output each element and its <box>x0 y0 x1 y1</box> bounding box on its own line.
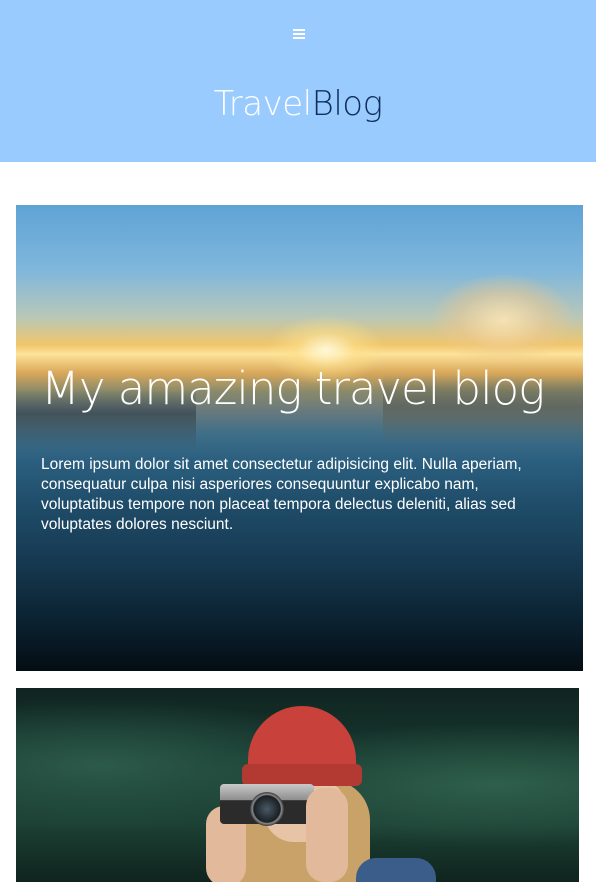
logo-blog: Blog <box>311 84 383 124</box>
hero-clouds <box>433 275 573 365</box>
photo-beanie-fold <box>242 764 362 786</box>
hero-description: Lorem ipsum dolor sit amet consectetur a… <box>41 456 522 533</box>
camera-lens <box>250 792 284 826</box>
hamburger-menu-icon[interactable] <box>293 28 307 40</box>
photo-shirt <box>356 858 436 882</box>
menu-line <box>293 29 305 31</box>
hero-title: My amazing travel blog <box>41 362 545 415</box>
site-logo[interactable]: TravelBlog <box>0 82 596 126</box>
site-header: TravelBlog <box>0 0 596 162</box>
menu-line <box>293 33 305 35</box>
logo-travel: Travel <box>213 84 313 124</box>
hero-banner: My amazing travel blog Lorem ipsum dolor… <box>16 205 583 671</box>
photo-hand-right <box>306 788 348 882</box>
photographer-photo <box>16 688 579 882</box>
menu-line <box>293 37 305 39</box>
